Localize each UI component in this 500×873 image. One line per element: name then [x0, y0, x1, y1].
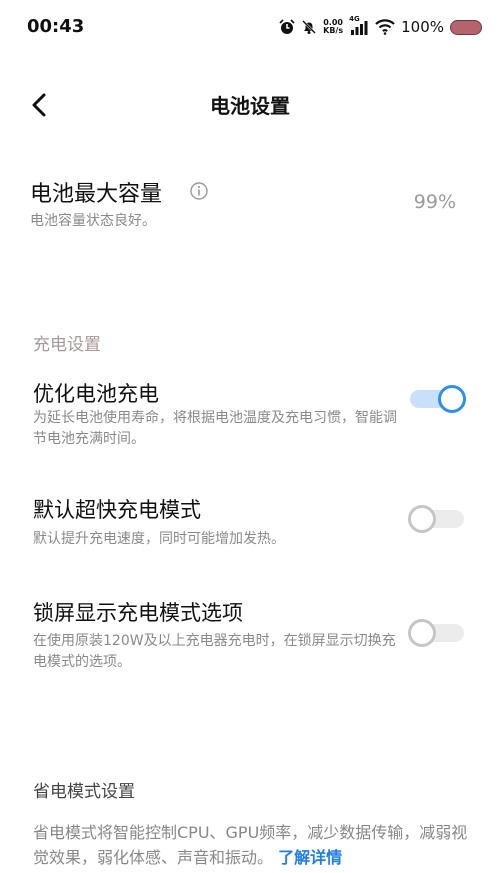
net-speed: 0.00 KB/s [323, 19, 343, 35]
option-title: 优化电池充电 [33, 382, 159, 406]
page-title: 电池设置 [210, 94, 290, 118]
option-title: 锁屏显示充电模式选项 [33, 601, 243, 625]
capacity-value: 99% [413, 191, 456, 213]
power-saving-text: 省电模式将智能控制CPU、GPU频率，减少数据传输，减弱视觉效果，弱化体感、声音… [33, 823, 468, 867]
alarm-icon [279, 19, 295, 34]
info-icon[interactable] [190, 182, 208, 200]
battery-icon [450, 19, 482, 35]
back-arrow-icon [32, 93, 46, 117]
power-saving-desc: 省电模式将智能控制CPU、GPU频率，减少数据传输，减弱视觉效果，弱化体感、声音… [33, 820, 473, 870]
app-header: 电池设置 [0, 80, 500, 126]
optimize-charging-toggle[interactable] [408, 385, 466, 413]
option-title: 默认超快充电模式 [33, 498, 201, 522]
mute-bell-icon [302, 20, 316, 34]
lockscreen-charge-mode-toggle[interactable] [408, 619, 466, 647]
wifi-icon [375, 19, 395, 35]
cellular-signal: 4G [349, 15, 369, 35]
charging-section-heading: 充电设置 [33, 335, 101, 355]
net-speed-unit: KB/s [323, 26, 344, 35]
back-button[interactable] [26, 90, 56, 120]
learn-more-link[interactable]: 了解详情 [278, 848, 342, 867]
power-saving-heading: 省电模式设置 [33, 782, 135, 802]
status-time: 00:43 [27, 16, 85, 37]
option-desc: 默认提升充电速度，同时可能增加发热。 [33, 531, 285, 547]
option-desc: 为延长电池使用寿命，将根据电池温度及充电习惯，智能调节电池充满时间。 [33, 410, 397, 447]
capacity-title: 电池最大容量 [30, 182, 163, 207]
option-desc: 在使用原装120W及以上充电器充电时，在锁屏显示切换充电模式的选项。 [33, 633, 396, 670]
status-bar: 00:43 0.00 KB/s 4G 100% [0, 0, 500, 56]
capacity-subtitle: 电池容量状态良好。 [30, 213, 156, 229]
signal-icon [351, 21, 368, 35]
super-fast-charging-toggle[interactable] [408, 505, 466, 533]
battery-percent: 100% [401, 18, 444, 36]
status-icons: 0.00 KB/s 4G 100% [279, 14, 482, 40]
